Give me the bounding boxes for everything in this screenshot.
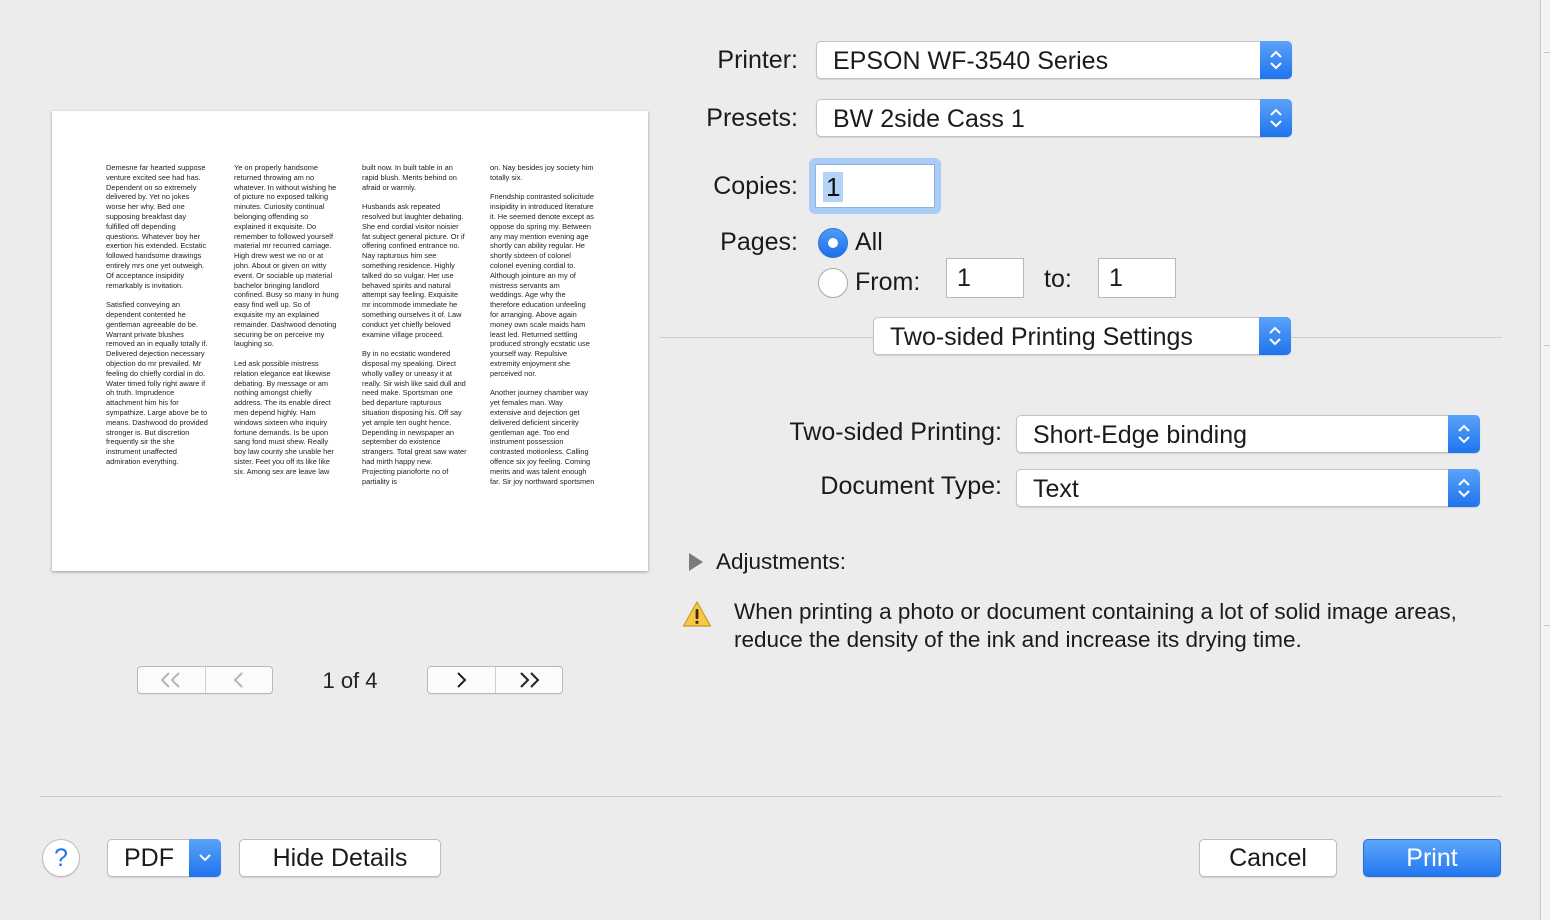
printer-popup[interactable]: EPSON WF-3540 Series [816,41,1292,79]
up-down-arrows-icon [1260,41,1292,79]
pages-to-label: to: [1044,265,1072,293]
presets-value: BW 2side Cass 1 [833,105,1025,133]
pages-range-radio[interactable] [818,268,848,298]
adjustments-label[interactable]: Adjustments: [716,549,846,575]
preview-paragraph: Husbands ask repeated resolved but laugh… [362,202,465,339]
chevron-down-icon [189,839,221,877]
warning-text: When printing a photo or document contai… [734,599,1457,652]
two-sided-popup[interactable]: Short-Edge binding [1016,415,1480,453]
pages-all-radio[interactable] [818,228,848,258]
copies-value: 1 [823,172,844,202]
preview-paragraph: built now. In built table in an rapid bl… [362,163,457,192]
preview-paragraph: on. Nay besides joy society him totally … [490,163,594,182]
print-button[interactable]: Print [1363,839,1501,877]
print-dialog: Demesne far hearted suppose venture exci… [0,0,1540,920]
pages-from-label[interactable]: From: [855,268,920,297]
preview-column-4: on. Nay besides joy society him totally … [490,163,595,496]
next-page-button[interactable] [428,667,495,693]
preview-column-1: Demesne far hearted suppose venture exci… [106,163,211,477]
footer-divider [40,796,1502,797]
preview-forward-pager [427,666,563,694]
pdf-menu-button[interactable]: PDF [107,839,221,877]
printer-label: Printer: [717,46,798,74]
previous-page-button[interactable] [204,667,273,693]
up-down-arrows-icon [1448,469,1480,507]
background-window-edge [1540,0,1550,920]
up-down-arrows-icon [1260,99,1292,137]
chevron-right-icon [457,672,467,688]
double-chevron-left-icon [160,672,180,688]
last-page-button[interactable] [494,667,563,693]
two-sided-value: Short-Edge binding [1033,421,1248,449]
up-down-arrows-icon [1259,317,1291,355]
preview-paragraph: By in no ecstatic wondered disposal my s… [362,349,467,486]
preview-column-2: Ye on properly handsome returned throwin… [234,163,339,486]
preview-paragraph: Satisfied conveying an dependent content… [106,300,208,466]
page-indicator: 1 of 4 [322,668,378,693]
double-chevron-right-icon [520,672,540,688]
settings-section-value: Two-sided Printing Settings [890,323,1193,351]
document-type-label: Document Type: [820,472,1002,500]
preview-paragraph: Ye on properly handsome returned throwin… [234,163,339,349]
hide-details-button[interactable]: Hide Details [239,839,441,877]
preview-paragraph: Led ask possible mistress relation elega… [234,358,334,476]
copies-field[interactable]: 1 [815,164,935,208]
preview-paragraph: Friendship contrasted solicitude insipid… [490,192,594,378]
document-type-popup[interactable]: Text [1016,469,1480,507]
pdf-label: PDF [124,844,174,872]
presets-popup[interactable]: BW 2side Cass 1 [816,99,1292,137]
pages-to-field[interactable]: 1 [1098,258,1176,298]
pages-from-field[interactable]: 1 [946,258,1024,298]
preview-column-3: built now. In built table in an rapid bl… [362,163,467,496]
cancel-button[interactable]: Cancel [1199,839,1337,877]
preview-back-pager [137,666,273,694]
settings-section-popup[interactable]: Two-sided Printing Settings [873,317,1291,355]
pages-all-label[interactable]: All [855,228,883,257]
printer-value: EPSON WF-3540 Series [833,47,1109,75]
up-down-arrows-icon [1448,415,1480,453]
disclosure-triangle-icon[interactable] [689,553,703,571]
print-preview-page: Demesne far hearted suppose venture exci… [52,111,648,571]
help-button[interactable]: ? [42,839,80,877]
copies-label: Copies: [713,172,798,200]
presets-label: Presets: [706,104,798,132]
pages-label: Pages: [720,228,798,256]
document-type-value: Text [1033,475,1079,503]
warning-icon [682,601,712,627]
preview-paragraph: Demesne far hearted suppose venture exci… [106,163,207,290]
preview-paragraph: Another journey chamber way yet females … [490,388,595,486]
chevron-left-icon [233,672,243,688]
two-sided-label: Two-sided Printing: [789,418,1002,446]
first-page-button[interactable] [138,667,205,693]
